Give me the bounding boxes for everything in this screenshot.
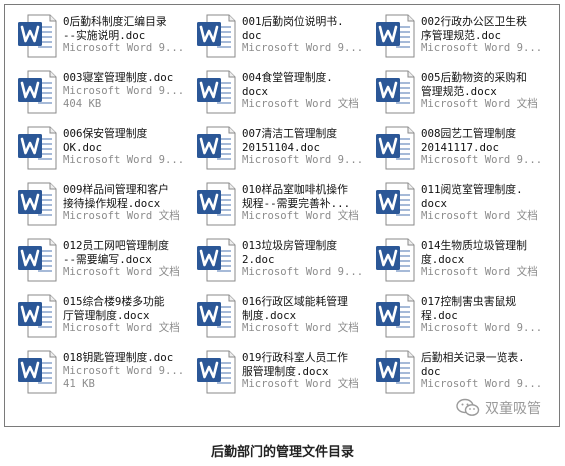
word-document-icon [18,350,57,394]
watermark: 双童吸管 [456,397,541,419]
file-name: 003寝室管理制度.doc [63,71,174,84]
file-item[interactable]: 004食堂管理制度. docx Microsoft Word 文档 [193,69,369,121]
word-document-icon [197,238,236,282]
file-name: 005后勤物资的采购和 管理规范.docx [421,71,527,98]
file-name: 0后勤科制度汇编目录 --实施说明.doc [63,15,167,42]
word-document-icon [18,126,57,170]
file-type: Microsoft Word 文档 [242,322,359,335]
file-item[interactable]: 018钥匙管理制度.doc Microsoft Word 9... 41 KB [14,349,190,401]
word-document-icon [376,126,415,170]
file-type: Microsoft Word 文档 [63,266,180,279]
wechat-icon [456,398,480,416]
file-type: Microsoft Word 9... [421,322,543,335]
file-item[interactable]: 后勤相关记录一览表. doc Microsoft Word 9... [372,349,548,401]
file-item[interactable]: 008园艺工管理制度 20141117.doc Microsoft Word 9… [372,125,548,177]
word-document-icon [18,294,57,338]
file-name: 006保安管理制度 OK.doc [63,127,148,154]
file-name: 018钥匙管理制度.doc [63,351,174,364]
file-item[interactable]: 001后勤岗位说明书. doc Microsoft Word 9... [193,13,369,65]
file-item[interactable]: 011阅览室管理制度. docx Microsoft Word 文档 [372,181,548,233]
file-name: 017控制害虫害鼠规 程.doc [421,295,517,322]
file-item[interactable]: 006保安管理制度 OK.doc Microsoft Word 9... [14,125,190,177]
file-item[interactable]: 012员工网吧管理制度 --需要编写.docx Microsoft Word 文… [14,237,190,289]
file-name: 011阅览室管理制度. docx [421,183,523,210]
file-explorer-window: 0后勤科制度汇编目录 --实施说明.doc Microsoft Word 9..… [4,4,560,427]
word-document-icon [376,182,415,226]
file-item[interactable]: 009样品间管理和客户 接待操作规程.docx Microsoft Word 文… [14,181,190,233]
file-type: Microsoft Word 9... [63,364,185,377]
file-type: Microsoft Word 文档 [421,98,538,111]
word-document-icon [376,238,415,282]
file-name: 007清洁工管理制度 20151104.doc [242,127,338,154]
file-type: Microsoft Word 文档 [63,322,180,335]
file-type: Microsoft Word 9... [63,84,185,97]
file-size: 41 KB [63,378,95,391]
file-name: 009样品间管理和客户 接待操作规程.docx [63,183,169,210]
word-document-icon [197,350,236,394]
file-name: 010样品室咖啡机操作 规程--需要完善补... [242,183,351,210]
word-document-icon [197,126,236,170]
word-document-icon [197,294,236,338]
file-type: Microsoft Word 9... [421,154,543,167]
file-type: Microsoft Word 文档 [242,210,359,223]
word-document-icon [376,70,415,114]
watermark-text: 双童吸管 [485,400,541,416]
file-type: Microsoft Word 文档 [242,378,359,391]
file-type: Microsoft Word 文档 [421,266,538,279]
file-type: Microsoft Word 文档 [63,210,180,223]
file-name: 019行政科室人员工作 服管理制度.docx [242,351,348,378]
image-caption: 后勤部门的管理文件目录 [210,444,354,459]
file-type: Microsoft Word 9... [242,266,364,279]
file-item[interactable]: 017控制害虫害鼠规 程.doc Microsoft Word 9... [372,293,548,345]
word-document-icon [376,294,415,338]
file-name: 008园艺工管理制度 20141117.doc [421,127,517,154]
file-item[interactable]: 003寝室管理制度.doc Microsoft Word 9... 404 KB [14,69,190,121]
file-item[interactable]: 007清洁工管理制度 20151104.doc Microsoft Word 9… [193,125,369,177]
file-name: 001后勤岗位说明书. doc [242,15,344,42]
file-type: Microsoft Word 文档 [421,210,538,223]
file-item[interactable]: 016行政区域能耗管理 制度.docx Microsoft Word 文档 [193,293,369,345]
word-document-icon [376,14,415,58]
file-name: 013垃圾房管理制度 2.doc [242,239,338,266]
word-document-icon [18,182,57,226]
file-item[interactable]: 0后勤科制度汇编目录 --实施说明.doc Microsoft Word 9..… [14,13,190,65]
file-type: Microsoft Word 文档 [242,98,359,111]
file-type: Microsoft Word 9... [421,378,543,391]
file-name: 后勤相关记录一览表. doc [421,351,525,378]
word-document-icon [197,182,236,226]
file-item[interactable]: 019行政科室人员工作 服管理制度.docx Microsoft Word 文档 [193,349,369,401]
file-grid: 0后勤科制度汇编目录 --实施说明.doc Microsoft Word 9..… [14,13,562,405]
word-document-icon [18,14,57,58]
file-item[interactable]: 002行政办公区卫生秩 序管理规范.doc Microsoft Word 9..… [372,13,548,65]
file-item[interactable]: 013垃圾房管理制度 2.doc Microsoft Word 9... [193,237,369,289]
file-name: 002行政办公区卫生秩 序管理规范.doc [421,15,527,42]
file-name: 012员工网吧管理制度 --需要编写.docx [63,239,169,266]
file-type: Microsoft Word 9... [63,42,185,55]
word-document-icon [197,70,236,114]
word-document-icon [18,70,57,114]
file-name: 014生物质垃圾管理制 度.docx [421,239,527,266]
word-document-icon [18,238,57,282]
file-item[interactable]: 005后勤物资的采购和 管理规范.docx Microsoft Word 文档 [372,69,548,121]
file-item[interactable]: 015综合楼9楼多功能 厅管理制度.docx Microsoft Word 文档 [14,293,190,345]
file-name: 004食堂管理制度. docx [242,71,333,98]
file-type: Microsoft Word 9... [242,154,364,167]
file-type: Microsoft Word 9... [242,42,364,55]
word-document-icon [197,14,236,58]
file-size: 404 KB [63,98,102,111]
file-item[interactable]: 010样品室咖啡机操作 规程--需要完善补... Microsoft Word … [193,181,369,233]
file-item[interactable]: 014生物质垃圾管理制 度.docx Microsoft Word 文档 [372,237,548,289]
file-name: 016行政区域能耗管理 制度.docx [242,295,348,322]
word-document-icon [376,350,415,394]
file-name: 015综合楼9楼多功能 厅管理制度.docx [63,295,165,322]
file-type: Microsoft Word 9... [63,154,185,167]
file-type: Microsoft Word 9... [421,42,543,55]
